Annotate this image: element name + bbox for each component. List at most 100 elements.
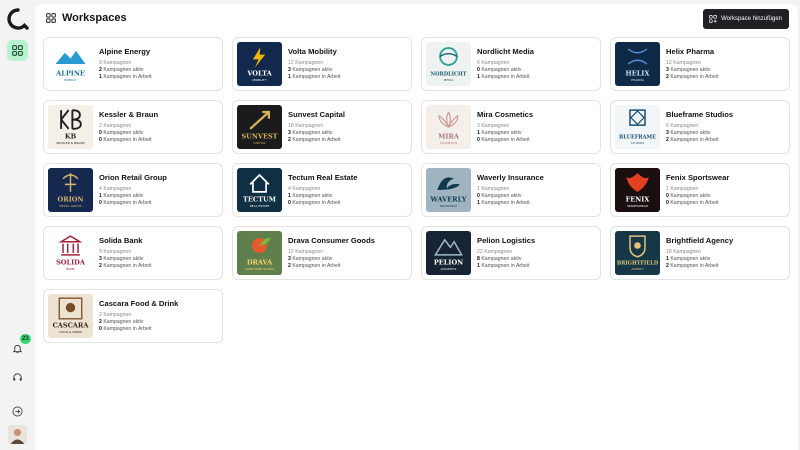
active-label: Kampagnen aktiv [670,67,711,73]
logout-button[interactable] [8,402,27,421]
workspace-active-campaigns: 0 Kampagnen aktiv [666,193,710,199]
workspace-active-campaigns: 3 Kampagnen aktiv [666,130,710,136]
workspace-name: Fenix Sportswear [666,173,730,182]
workspace-work-campaigns: 0 Kampagnen in Arbeit [666,200,719,206]
workspace-card[interactable]: FENIX SPORTSWEAR Fenix Sportswear 1 Kamp… [610,163,790,217]
page-title: Workspaces [62,12,127,24]
workspace-card[interactable]: ORION RETAIL GROUP Orion Retail Group 4 … [43,163,223,217]
workspace-logo-icon: NORDLICHT MEDIA [430,47,467,82]
grid-plus-icon [709,15,717,23]
workspace-campaign-count: 4 Kampagnen [288,186,321,192]
workspace-campaign-count: 4 Kampagnen [99,186,132,192]
workspace-campaign-count: 22 Kampagnen [477,249,513,255]
workspace-work-campaigns: 1 Kampagnen in Arbeit [477,200,530,206]
workspace-logo-text: BRIGHTFIELD [617,260,659,266]
workspace-logo: DRAVA CONSUMER GOODS [237,231,282,275]
active-label: Kampagnen aktiv [103,130,144,136]
workspace-card[interactable]: TECTUM REAL ESTATE Tectum Real Estate 4 … [232,163,412,217]
active-label: Kampagnen aktiv [481,67,522,73]
support-button[interactable] [8,368,27,387]
workspace-logo-text: NORDLICHT [430,71,466,77]
workspace-card[interactable]: NORDLICHT MEDIA Nordlicht Media 6 Kampag… [421,37,601,91]
grid-icon [46,13,56,23]
workspace-logo-icon: FENIX SPORTSWEAR [626,173,650,208]
workspace-work-campaigns: 1 Kampagnen in Arbeit [288,74,341,80]
workspace-card[interactable]: DRAVA CONSUMER GOODS Drava Consumer Good… [232,226,412,280]
workspace-campaign-count: 12 Kampagnen [288,249,324,255]
workspace-active-campaigns: 8 Kampagnen aktiv [477,256,521,262]
active-label: Kampagnen aktiv [292,193,333,199]
work-count: 0 [666,200,669,206]
workspace-card[interactable]: HELIX PHARMA Helix Pharma 12 Kampagnen 3… [610,37,790,91]
workspace-logo-subtext: RETAIL GROUP [60,204,82,208]
workspace-card[interactable]: PELION LOGISTICS Pelion Logistics 22 Kam… [421,226,601,280]
workspace-logo-icon: PELION LOGISTICS [434,238,463,271]
workspace-active-campaigns: 1 Kampagnen aktiv [477,130,521,136]
active-count: 0 [477,67,480,73]
workspace-active-campaigns: 2 Kampagnen aktiv [99,67,143,73]
workspace-card[interactable]: CASCARA FOOD & DRINK Cascara Food & Drin… [43,289,223,343]
workspace-work-campaigns: 2 Kampagnen in Arbeit [99,263,152,269]
work-count: 0 [288,200,291,206]
workspace-work-campaigns: 1 Kampagnen in Arbeit [477,74,530,80]
arrow-circle-right-icon [12,406,23,417]
workspaces-nav-button[interactable] [7,40,28,61]
active-label: Kampagnen aktiv [481,256,522,262]
workspace-name: Nordlicht Media [477,47,534,56]
active-label: Kampagnen aktiv [292,130,333,136]
workspace-logo: HELIX PHARMA [615,42,660,86]
workspace-card[interactable]: SUNVEST CAPITAL Sunvest Capital 18 Kampa… [232,100,412,154]
workspace-active-campaigns: 3 Kampagnen aktiv [288,67,332,73]
workspace-card[interactable]: SOLIDA BANK Solida Bank 9 Kampagnen 3 Ka… [43,226,223,280]
work-count: 2 [666,137,669,143]
active-count: 8 [477,256,480,262]
workspace-card[interactable]: ALPINE ENERGY Alpine Energy 9 Kampagnen … [43,37,223,91]
workspace-name: Pelion Logistics [477,236,536,245]
user-avatar[interactable] [8,425,27,444]
workspace-campaign-count: 18 Kampagnen [666,249,702,255]
work-label: Kampagnen in Arbeit [670,74,719,80]
workspace-card[interactable]: BLUEFRAME STUDIOS Blueframe Studios 6 Ka… [610,100,790,154]
work-label: Kampagnen in Arbeit [292,74,341,80]
app-logo-icon[interactable] [7,8,29,30]
workspace-card[interactable]: VOLTA MOBILITY Volta Mobility 12 Kampagn… [232,37,412,91]
workspace-logo-text: CASCARA [53,321,90,329]
workspace-name: Alpine Energy [99,47,151,56]
workspace-logo-text: SUNVEST [241,132,277,140]
workspace-work-campaigns: 2 Kampagnen in Arbeit [288,137,341,143]
work-count: 2 [288,263,291,269]
work-label: Kampagnen in Arbeit [103,326,152,332]
work-count: 0 [477,137,480,143]
work-count: 2 [288,137,291,143]
workspace-card[interactable]: KB KESSLER & BRAUN Kessler & Braun 2 Kam… [43,100,223,154]
workspace-card[interactable]: WAVERLY INSURANCE Waverly Insurance 1 Ka… [421,163,601,217]
workspace-logo-text: WAVERLY [430,195,467,203]
workspace-work-campaigns: 2 Kampagnen in Arbeit [666,74,719,80]
work-label: Kampagnen in Arbeit [670,200,719,206]
workspace-card[interactable]: BRIGHTFIELD AGENCY Brightfield Agency 18… [610,226,790,280]
workspace-logo-text: PELION [434,258,463,266]
workspace-campaign-count: 9 Kampagnen [99,249,132,255]
workspace-active-campaigns: 0 Kampagnen aktiv [99,130,143,136]
workspace-work-campaigns: 0 Kampagnen in Arbeit [99,137,152,143]
workspace-campaign-count: 6 Kampagnen [477,60,510,66]
workspace-logo: MIRA COSMETICS [426,105,471,149]
workspace-logo-icon: VOLTA MOBILITY [246,47,273,82]
active-label: Kampagnen aktiv [103,319,144,325]
workspace-logo: ORION RETAIL GROUP [48,168,93,212]
workspace-active-campaigns: 0 Kampagnen aktiv [477,67,521,73]
workspace-active-campaigns: 1 Kampagnen aktiv [99,193,143,199]
add-workspace-button[interactable]: Workspace hinzufügen [703,9,789,29]
work-count: 1 [99,74,102,80]
active-label: Kampagnen aktiv [292,256,333,262]
workspace-logo: KB KESSLER & BRAUN [48,105,93,149]
workspace-active-campaigns: 2 Kampagnen aktiv [99,319,143,325]
workspace-logo-text: ALPINE [55,69,85,77]
workspace-work-campaigns: 0 Kampagnen in Arbeit [288,200,341,206]
work-count: 2 [666,74,669,80]
workspace-logo-subtext: PHARMA [631,78,645,82]
workspace-logo-text: HELIX [626,69,651,77]
work-label: Kampagnen in Arbeit [103,137,152,143]
workspace-active-campaigns: 1 Kampagnen aktiv [288,193,332,199]
workspace-card[interactable]: MIRA COSMETICS Mira Cosmetics 3 Kampagne… [421,100,601,154]
